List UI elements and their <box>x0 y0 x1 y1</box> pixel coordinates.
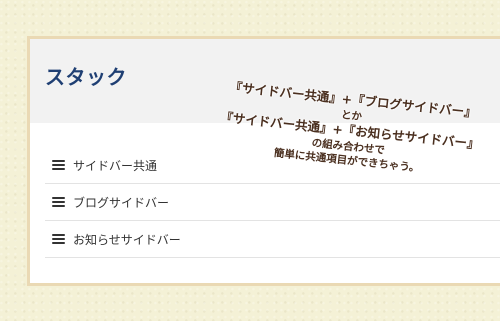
hamburger-icon <box>52 159 65 171</box>
menu-item-blog-sidebar[interactable]: ブログサイドバー <box>45 184 500 221</box>
menu-item-label: ブログサイドバー <box>73 195 170 210</box>
hamburger-icon <box>52 233 65 245</box>
widget-title: スタック <box>45 65 127 89</box>
menu-item-news-sidebar[interactable]: お知らせサイドバー <box>45 221 500 258</box>
menu-item-label: お知らせサイドバー <box>73 232 181 247</box>
menu-item-label: サイドバー共通 <box>73 158 158 173</box>
hamburger-icon <box>52 196 65 208</box>
